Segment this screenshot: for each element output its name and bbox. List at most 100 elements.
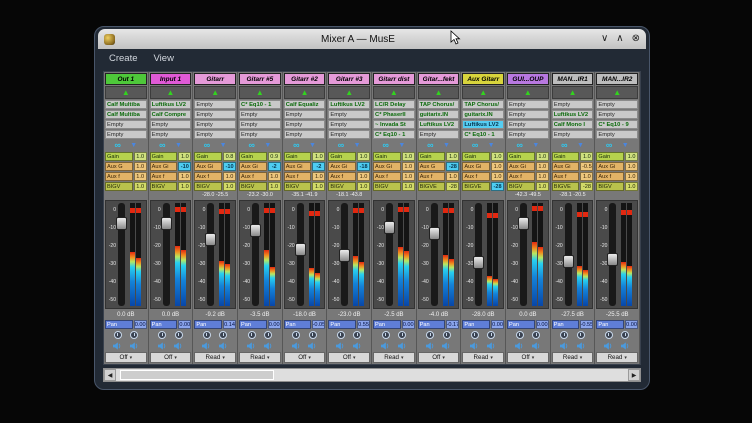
effect-slot[interactable]: Empty <box>194 120 236 129</box>
aux-send-value[interactable]: 1.0 <box>178 182 191 191</box>
speaker-solo-icon[interactable] <box>487 342 496 350</box>
speaker-solo-icon[interactable] <box>621 342 630 350</box>
effect-slot[interactable]: Empty <box>507 130 549 139</box>
stereo-link-icon[interactable]: ∞ <box>248 141 254 150</box>
volume-fader-track[interactable] <box>565 203 572 306</box>
volume-fader-handle[interactable] <box>518 217 529 230</box>
menu-create[interactable]: Create <box>109 53 138 64</box>
pan-value[interactable]: 0.00 <box>625 320 638 329</box>
volume-fader-handle[interactable] <box>563 255 574 268</box>
speaker-mute-icon[interactable] <box>247 342 256 350</box>
pan-label[interactable]: Pan <box>105 320 133 329</box>
gain-label[interactable]: Gain <box>105 152 133 161</box>
volume-fader-handle[interactable] <box>339 249 350 262</box>
gain-value[interactable]: 1.0 <box>312 152 325 161</box>
input-route-up-arrow-icon[interactable]: ▲ <box>596 86 638 99</box>
record-button-icon[interactable] <box>264 331 272 339</box>
aux-send-value[interactable]: -28 <box>491 182 504 191</box>
input-route-up-arrow-icon[interactable]: ▲ <box>507 86 549 99</box>
power-button-icon[interactable] <box>248 331 256 339</box>
automation-mode-button[interactable]: Read ▾ <box>194 352 236 363</box>
effect-slot[interactable]: Empty <box>284 110 326 119</box>
aux-send-label[interactable]: BIGV <box>105 182 133 191</box>
input-route-up-arrow-icon[interactable]: ▲ <box>418 86 460 99</box>
speaker-mute-icon[interactable] <box>202 342 211 350</box>
track-name-label[interactable]: Gitar...fekt <box>418 73 460 85</box>
aux-send-label[interactable]: Aux f <box>150 172 178 181</box>
effect-slot[interactable]: Empty <box>507 120 549 129</box>
volume-fader-track[interactable] <box>297 203 304 306</box>
effect-slot[interactable]: TAP Chorus/ <box>462 100 504 109</box>
stereo-link-icon[interactable]: ∞ <box>159 141 165 150</box>
speaker-solo-icon[interactable] <box>398 342 407 350</box>
aux-send-label[interactable]: Aux Gi <box>328 162 356 171</box>
input-route-up-arrow-icon[interactable]: ▲ <box>284 86 326 99</box>
rollup-window-icon[interactable]: ∧ <box>616 34 623 44</box>
record-button-icon[interactable] <box>487 331 495 339</box>
speaker-mute-icon[interactable] <box>336 342 345 350</box>
effect-slot[interactable]: Luftikus LV2 <box>552 110 594 119</box>
track-name-label[interactable]: MAN...IR1 <box>552 73 594 85</box>
aux-send-label[interactable]: Aux Gi <box>373 162 401 171</box>
aux-send-value[interactable]: 1.0 <box>402 172 415 181</box>
gain-label[interactable]: Gain <box>328 152 356 161</box>
automation-mode-button[interactable]: Read ▾ <box>462 352 504 363</box>
aux-send-value[interactable]: -2 <box>268 162 281 171</box>
power-button-icon[interactable] <box>158 331 166 339</box>
volume-fader-track[interactable] <box>207 203 214 306</box>
effect-slot[interactable]: TAP Chorus/ <box>418 100 460 109</box>
effect-slot[interactable]: ~ Invada St <box>373 120 415 129</box>
effect-slot[interactable]: guitarix.IN <box>462 110 504 119</box>
shade-window-icon[interactable]: ∨ <box>601 34 608 44</box>
aux-send-value[interactable]: 1.0 <box>268 172 281 181</box>
aux-send-label[interactable]: Aux Gi <box>150 162 178 171</box>
title-bar[interactable]: Mixer A — MusE ∨ ∧ ⊗ <box>98 29 646 49</box>
aux-send-label[interactable]: Aux f <box>507 172 535 181</box>
effect-slot[interactable]: Empty <box>328 120 370 129</box>
record-button-icon[interactable] <box>577 331 585 339</box>
effect-slot[interactable]: Luftikus LV2 <box>418 120 460 129</box>
speaker-solo-icon[interactable] <box>264 342 273 350</box>
effect-slot[interactable]: LC/R Delay <box>373 100 415 109</box>
effect-slot[interactable]: Calf Mono I <box>552 120 594 129</box>
effect-slot[interactable]: Empty <box>552 130 594 139</box>
volume-fader-handle[interactable] <box>161 217 172 230</box>
volume-db-readout[interactable]: 0.0 dB <box>105 310 147 319</box>
volume-fader-track[interactable] <box>520 203 527 306</box>
gain-label[interactable]: Gain <box>418 152 446 161</box>
aux-send-label[interactable]: Aux f <box>462 172 490 181</box>
pan-value[interactable]: -0.55 <box>580 320 593 329</box>
aux-send-value[interactable]: 1.0 <box>357 182 370 191</box>
aux-send-label[interactable]: BIGVE <box>418 182 446 191</box>
effect-slot[interactable]: C* Eq10 - 9 <box>596 120 638 129</box>
automation-mode-button[interactable]: Off ▾ <box>328 352 370 363</box>
stereo-link-icon[interactable]: ∞ <box>338 141 344 150</box>
effect-slot[interactable]: Luftikus LV2 <box>462 120 504 129</box>
aux-send-label[interactable]: BIGV <box>150 182 178 191</box>
pan-label[interactable]: Pan <box>239 320 267 329</box>
gain-value[interactable]: 0.8 <box>223 152 236 161</box>
track-name-label[interactable]: Input 1 <box>150 73 192 85</box>
aux-send-label[interactable]: Aux Gi <box>462 162 490 171</box>
gain-label[interactable]: Gain <box>373 152 401 161</box>
close-window-icon[interactable]: ⊗ <box>632 34 640 44</box>
aux-send-label[interactable]: Aux f <box>328 172 356 181</box>
pan-label[interactable]: Pan <box>596 320 624 329</box>
menu-view[interactable]: View <box>154 53 174 64</box>
stereo-link-icon[interactable]: ∞ <box>293 141 299 150</box>
speaker-mute-icon[interactable] <box>515 342 524 350</box>
effect-slot[interactable]: Empty <box>239 110 281 119</box>
aux-send-label[interactable]: Aux f <box>552 172 580 181</box>
gain-value[interactable]: 1.0 <box>580 152 593 161</box>
volume-fader-track[interactable] <box>386 203 393 306</box>
effect-slot[interactable]: Empty <box>284 120 326 129</box>
gain-value[interactable]: 0.9 <box>268 152 281 161</box>
input-route-up-arrow-icon[interactable]: ▲ <box>552 86 594 99</box>
input-route-up-arrow-icon[interactable]: ▲ <box>462 86 504 99</box>
aux-send-value[interactable]: -10 <box>178 162 191 171</box>
scrollbar-track[interactable] <box>116 369 628 381</box>
volume-fader-handle[interactable] <box>607 253 618 266</box>
power-button-icon[interactable] <box>560 331 568 339</box>
gain-label[interactable]: Gain <box>596 152 624 161</box>
automation-mode-button[interactable]: Read ▾ <box>552 352 594 363</box>
